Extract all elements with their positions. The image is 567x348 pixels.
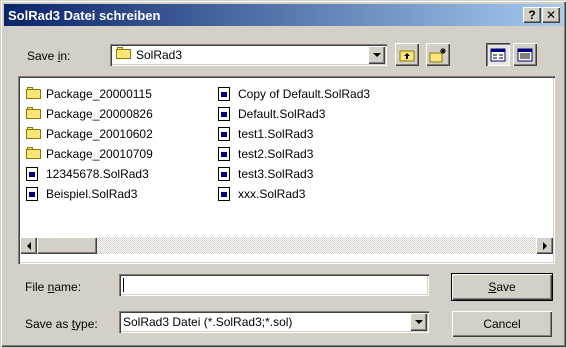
file-name-text: Package_20000826 [46, 107, 153, 121]
save-in-value: SolRad3 [136, 48, 183, 62]
folder-icon [26, 147, 42, 161]
save-in-label: Save in: [27, 49, 71, 63]
list-item[interactable]: Package_20010709 [26, 144, 153, 164]
save-dialog: SolRad3 Datei schreiben ? ✕ Save in: Sol… [0, 0, 567, 348]
create-new-folder-icon [429, 47, 446, 62]
arrow-left-icon [26, 241, 31, 250]
file-name-text: Package_20010709 [46, 147, 153, 161]
create-new-folder-button[interactable] [426, 43, 450, 66]
arrow-right-icon [542, 241, 547, 250]
file-name-text: Default.SolRad3 [238, 107, 326, 121]
list-item[interactable]: test1.SolRad3 [218, 124, 370, 144]
save-as-type-value: SolRad3 Datei (*.SolRad3;*.sol) [123, 315, 293, 329]
solrad-file-icon [218, 167, 234, 181]
save-in-dropdown[interactable]: SolRad3 [110, 44, 387, 66]
file-column-2: Copy of Default.SolRad3 Default.SolRad3 te… [218, 84, 370, 204]
file-name-text: xxx.SolRad3 [238, 187, 306, 201]
chevron-down-icon[interactable] [410, 313, 427, 331]
title-bar[interactable]: SolRad3 Datei schreiben ? ✕ [4, 4, 563, 26]
list-item[interactable]: Default.SolRad3 [218, 104, 370, 124]
list-item[interactable]: Copy of Default.SolRad3 [218, 84, 370, 104]
list-view-icon [490, 48, 506, 61]
solrad-file-icon [218, 107, 234, 121]
help-button[interactable]: ? [523, 7, 541, 23]
list-item[interactable]: test2.SolRad3 [218, 144, 370, 164]
folder-icon [26, 127, 42, 141]
scroll-right-button[interactable] [536, 237, 553, 254]
chevron-down-icon[interactable] [368, 46, 385, 64]
up-one-level-button[interactable] [395, 43, 419, 66]
list-item[interactable]: 12345678.SolRad3 [26, 164, 153, 184]
save-as-type-label: Save as type: [25, 317, 98, 331]
file-name-text: test1.SolRad3 [238, 127, 314, 141]
list-item[interactable]: Package_20000826 [26, 104, 153, 124]
close-icon: ✕ [545, 8, 557, 22]
text-caret [123, 278, 124, 292]
scroll-left-button[interactable] [20, 237, 37, 254]
save-button[interactable]: Save [451, 273, 553, 301]
help-icon: ? [528, 8, 536, 22]
folder-icon [116, 47, 132, 63]
file-list[interactable]: Package_20000115 Package_20000826 Package_… [18, 76, 555, 264]
file-name-text: Package_20010602 [46, 127, 153, 141]
file-name-text: test2.SolRad3 [238, 147, 314, 161]
scrollbar-thumb[interactable] [37, 237, 97, 254]
folder-icon [26, 107, 42, 121]
list-item[interactable]: xxx.SolRad3 [218, 184, 370, 204]
close-button[interactable]: ✕ [542, 7, 560, 23]
list-item[interactable]: test3.SolRad3 [218, 164, 370, 184]
file-name-input[interactable] [119, 274, 429, 296]
list-item[interactable]: Package_20010602 [26, 124, 153, 144]
details-view-icon [517, 48, 533, 61]
file-name-text: 12345678.SolRad3 [46, 167, 149, 181]
file-name-text: test3.SolRad3 [238, 167, 314, 181]
solrad-file-icon [218, 87, 234, 101]
solrad-file-icon [26, 187, 42, 201]
file-name-text: Copy of Default.SolRad3 [238, 87, 371, 101]
cancel-button[interactable]: Cancel [452, 311, 552, 337]
horizontal-scrollbar[interactable] [20, 237, 553, 254]
folder-icon [26, 87, 42, 101]
solrad-file-icon [218, 147, 234, 161]
list-item[interactable]: Beispiel.SolRad3 [26, 184, 153, 204]
list-view-button[interactable] [486, 43, 510, 66]
details-view-button[interactable] [513, 43, 537, 66]
file-name-text: Beispiel.SolRad3 [46, 187, 138, 201]
file-name-label: File name: [25, 280, 82, 294]
window-title: SolRad3 Datei schreiben [8, 7, 161, 23]
file-column-1: Package_20000115 Package_20000826 Package_… [26, 84, 153, 204]
solrad-file-icon [26, 167, 42, 181]
file-name-text: Package_20000115 [46, 87, 152, 101]
list-item[interactable]: Package_20000115 [26, 84, 153, 104]
save-as-type-dropdown[interactable]: SolRad3 Datei (*.SolRad3;*.sol) [119, 311, 429, 333]
solrad-file-icon [218, 127, 234, 141]
solrad-file-icon [218, 187, 234, 201]
up-one-level-icon [399, 50, 415, 61]
